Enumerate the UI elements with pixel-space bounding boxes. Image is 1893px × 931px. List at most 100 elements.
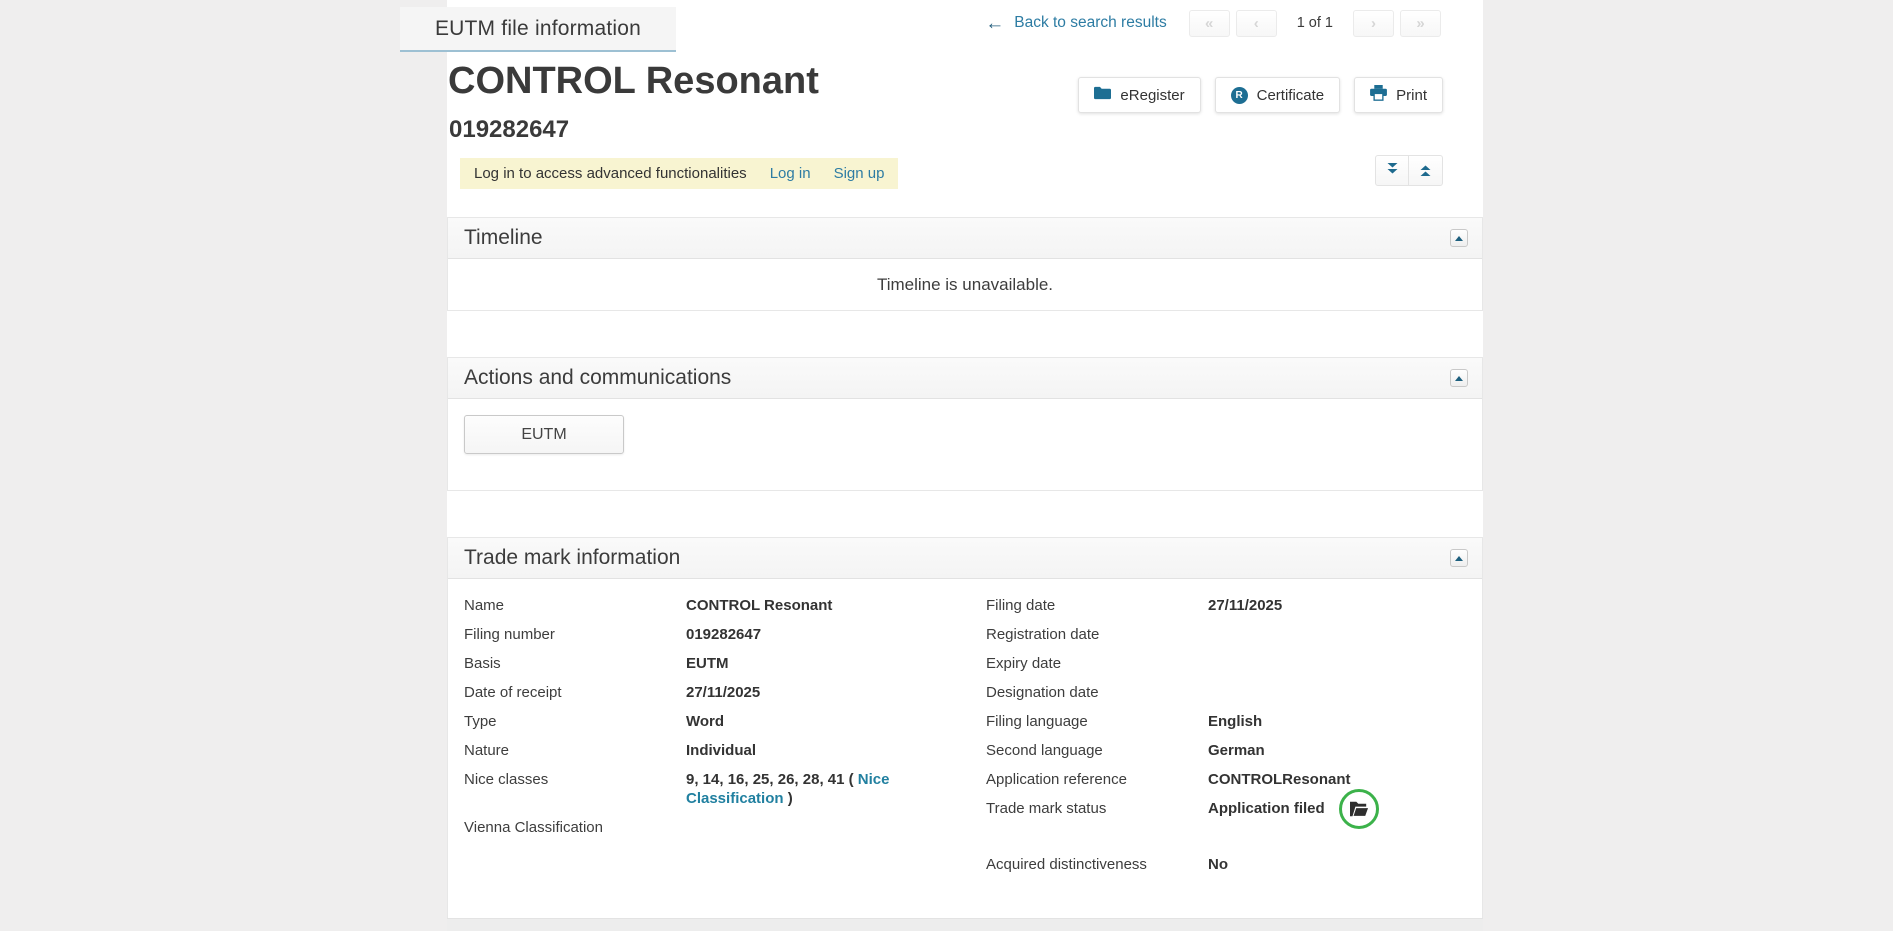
back-to-search-results-link[interactable]: ← Back to search results [985, 14, 1166, 33]
field-label: Date of receipt [464, 683, 686, 702]
field-row: Filing date27/11/2025 [986, 591, 1466, 620]
print-button[interactable]: Print [1354, 77, 1443, 113]
field-value: No [1208, 855, 1466, 874]
field-label: Nature [464, 741, 686, 760]
field-row: TypeWord [464, 707, 944, 736]
last-page-button[interactable]: » [1400, 10, 1441, 37]
login-prompt-bar: Log in to access advanced functionalitie… [460, 158, 898, 189]
field-value: 27/11/2025 [686, 683, 944, 702]
field-row: BasisEUTM [464, 649, 944, 678]
print-label: Print [1396, 87, 1427, 104]
field-value: Application filed [1208, 799, 1466, 818]
field-value: EUTM [686, 654, 944, 673]
field-label: Application reference [986, 770, 1208, 789]
field-value: German [1208, 741, 1466, 760]
actions-section-title: Actions and communications [464, 366, 731, 390]
tab-label: EUTM file information [435, 17, 641, 41]
field-value [1208, 683, 1466, 702]
actions-section-header: Actions and communications [448, 358, 1482, 399]
previous-page-icon: ‹ [1254, 15, 1259, 32]
field-row: Filing number019282647 [464, 620, 944, 649]
field-row: NatureIndividual [464, 736, 944, 765]
timeline-section: Timeline Timeline is unavailable. [447, 217, 1483, 311]
signup-link[interactable]: Sign up [834, 165, 885, 182]
field-label: Acquired distinctiveness [986, 855, 1208, 874]
field-row: Filing languageEnglish [986, 707, 1466, 736]
nice-classification-link[interactable]: Nice Classification [686, 771, 889, 807]
registered-r-icon: R [1231, 87, 1248, 104]
field-label: Trade mark status [986, 799, 1208, 818]
open-folder-green-circle-icon [1339, 789, 1379, 829]
caret-up-icon [1455, 376, 1463, 381]
printer-icon [1370, 85, 1387, 105]
field-row: Registration date [986, 620, 1466, 649]
field-row: Application referenceCONTROLResonant [986, 765, 1466, 794]
next-page-button[interactable]: › [1353, 10, 1394, 37]
first-page-icon: « [1205, 15, 1213, 32]
certificate-button[interactable]: R Certificate [1215, 77, 1341, 113]
field-value: 019282647 [686, 625, 944, 644]
field-value: CONTROLResonant [1208, 770, 1466, 789]
eregister-button[interactable]: eRegister [1078, 77, 1200, 113]
eutm-tab-label: EUTM [521, 426, 566, 444]
field-row: Vienna Classification [464, 813, 944, 842]
double-chevron-up-icon [1419, 164, 1432, 177]
actions-section-body: EUTM [448, 399, 1482, 470]
previous-page-button[interactable]: ‹ [1236, 10, 1277, 37]
trademark-title: CONTROL Resonant [448, 60, 819, 103]
actions-collapse-button[interactable] [1450, 369, 1468, 387]
field-label: Expiry date [986, 654, 1208, 673]
field-row: Acquired distinctivenessNo [986, 850, 1466, 879]
expand-all-button[interactable] [1375, 155, 1409, 186]
next-section-header-edge [447, 918, 1483, 931]
field-label: Filing date [986, 596, 1208, 615]
caret-up-icon [1455, 556, 1463, 561]
field-row: Date of receipt27/11/2025 [464, 678, 944, 707]
field-label: Type [464, 712, 686, 731]
certificate-label: Certificate [1257, 87, 1325, 104]
next-page-icon: › [1371, 15, 1376, 32]
field-row: NameCONTROL Resonant [464, 591, 944, 620]
field-value [686, 818, 944, 837]
trademark-fields-left: NameCONTROL ResonantFiling number0192826… [464, 591, 944, 879]
timeline-title: Timeline [464, 226, 543, 250]
field-label: Filing language [986, 712, 1208, 731]
file-information-card: ← Back to search results « ‹ 1 of 1 › » … [447, 0, 1483, 931]
field-value: Individual [686, 741, 944, 760]
field-label: Designation date [986, 683, 1208, 702]
timeline-unavailable-message: Timeline is unavailable. [448, 259, 1482, 311]
expand-collapse-controls [1375, 155, 1443, 186]
tab-eutm-file-information[interactable]: EUTM file information [400, 7, 676, 52]
field-label: Nice classes [464, 770, 686, 808]
field-row-spacer [986, 823, 1466, 850]
back-arrow-icon: ← [985, 14, 1004, 33]
caret-up-icon [1455, 236, 1463, 241]
field-value: CONTROL Resonant [686, 596, 944, 615]
collapse-all-button[interactable] [1409, 155, 1443, 186]
field-label: Basis [464, 654, 686, 673]
timeline-collapse-button[interactable] [1450, 229, 1468, 247]
field-row: Trade mark statusApplication filed [986, 794, 1466, 823]
trademark-collapse-button[interactable] [1450, 549, 1468, 567]
first-page-button[interactable]: « [1189, 10, 1230, 37]
trademark-fields-right: Filing date27/11/2025Registration dateEx… [986, 591, 1466, 879]
field-label: Name [464, 596, 686, 615]
field-row: Second languageGerman [986, 736, 1466, 765]
field-value: 27/11/2025 [1208, 596, 1466, 615]
trademark-file-number: 019282647 [449, 116, 569, 144]
trademark-information-section: Trade mark information NameCONTROL Reson… [447, 537, 1483, 931]
field-value [1208, 625, 1466, 644]
field-row: Designation date [986, 678, 1466, 707]
field-label: Vienna Classification [464, 818, 686, 837]
header-action-buttons: eRegister R Certificate Print [1078, 77, 1443, 113]
login-link[interactable]: Log in [770, 165, 811, 182]
field-value: Word [686, 712, 944, 731]
trademark-section-title: Trade mark information [464, 546, 680, 570]
page-indicator: 1 of 1 [1297, 15, 1333, 31]
field-label: Registration date [986, 625, 1208, 644]
field-label: Second language [986, 741, 1208, 760]
field-label: Filing number [464, 625, 686, 644]
field-row: Nice classes9, 14, 16, 25, 26, 28, 41 ( … [464, 765, 944, 813]
double-chevron-down-icon [1386, 162, 1399, 180]
eutm-tab-button[interactable]: EUTM [464, 415, 624, 454]
